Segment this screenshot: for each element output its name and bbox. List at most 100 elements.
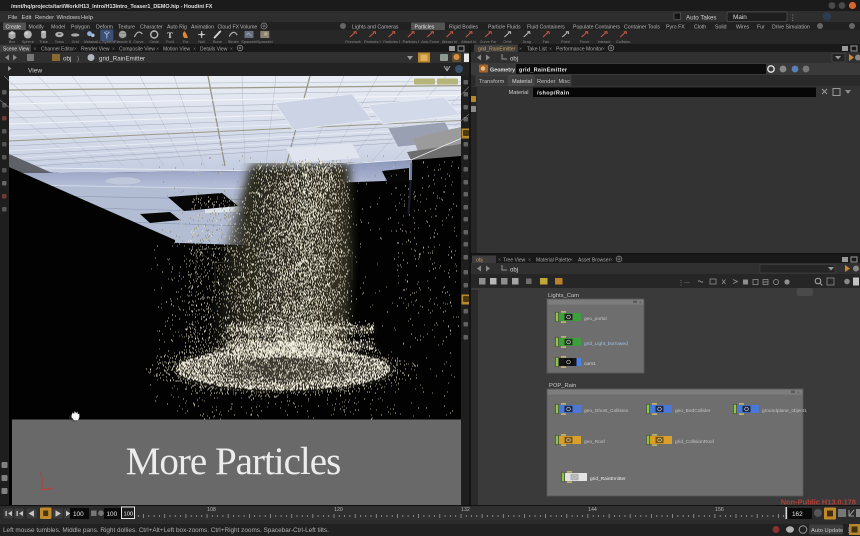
svg-text:×: × <box>112 46 115 52</box>
svg-text:×: × <box>156 46 159 52</box>
svg-text:Texture: Texture <box>118 25 135 31</box>
svg-text:Particle Fluids: Particle Fluids <box>488 25 521 31</box>
svg-text:Attract to: Attract to <box>461 40 476 44</box>
svg-text:/mnt/hq/projects/tari/Work/H13: /mnt/hq/projects/tari/Work/H13_Intro/H13… <box>11 4 213 10</box>
svg-text:Circle: Circle <box>149 40 159 44</box>
svg-text:×: × <box>193 46 196 52</box>
svg-text:Particles: Particles <box>415 25 435 31</box>
svg-text:geo_BedCollider: geo_BedCollider <box>675 408 711 414</box>
svg-text:Torus: Torus <box>55 40 64 44</box>
svg-text:Take List: Take List <box>527 46 547 52</box>
svg-text:Fur: Fur <box>757 25 765 31</box>
svg-text:Windows: Windows <box>57 15 81 21</box>
svg-text:grid_RainEmitter: grid_RainEmitter <box>590 476 626 482</box>
svg-text:Cloud FX: Cloud FX <box>218 25 240 31</box>
svg-text:Sphere: Sphere <box>22 40 34 44</box>
svg-text:Fur: Fur <box>183 40 189 44</box>
svg-text:Scene View: Scene View <box>3 46 30 52</box>
svg-text:Rigid Bodies: Rigid Bodies <box>449 25 479 31</box>
svg-text:Volume: Volume <box>240 25 257 31</box>
svg-text:geo_Ghost_Collision: geo_Ghost_Collision <box>584 408 629 414</box>
svg-text:File: File <box>8 15 17 21</box>
svg-text:Lights_Cam: Lights_Cam <box>548 293 579 299</box>
svg-text:Firecrack: Firecrack <box>345 40 361 44</box>
svg-text:Particles f: Particles f <box>364 40 382 44</box>
svg-text:132: 132 <box>461 507 470 513</box>
svg-text:Render View: Render View <box>81 46 110 52</box>
svg-text:Point: Point <box>561 40 571 44</box>
svg-text:Solid: Solid <box>715 25 727 31</box>
svg-text:Curve: Curve <box>133 40 143 44</box>
svg-text:×: × <box>230 46 233 52</box>
svg-text:Asset Browser: Asset Browser <box>578 257 611 263</box>
svg-text:Box: Box <box>9 40 16 44</box>
svg-text:Render: Render <box>35 15 54 21</box>
svg-text:Bone: Bone <box>213 40 222 44</box>
svg-text:108: 108 <box>207 507 216 513</box>
svg-text:Pyro FX: Pyro FX <box>666 25 685 31</box>
svg-text:Fan: Fan <box>543 40 550 44</box>
svg-text:×: × <box>570 257 573 263</box>
svg-text:Stroke: Stroke <box>228 40 239 44</box>
svg-text:Populate Containers: Populate Containers <box>573 25 620 31</box>
svg-text:Material: Material <box>509 90 529 96</box>
svg-text:Drive Simulation: Drive Simulation <box>772 25 810 31</box>
svg-text:Performance Monitor: Performance Monitor <box>556 46 603 52</box>
svg-text:cam1: cam1 <box>584 361 596 367</box>
svg-text:×: × <box>797 390 800 395</box>
svg-text:Model: Model <box>51 25 65 31</box>
svg-text:Character: Character <box>140 25 163 31</box>
svg-text:Interact: Interact <box>598 40 612 44</box>
svg-text:Channel Editor: Channel Editor <box>41 46 74 52</box>
svg-text:Transform: Transform <box>479 79 505 85</box>
svg-text:Drag: Drag <box>523 40 531 44</box>
svg-text:Force: Force <box>580 40 590 44</box>
svg-text:Render: Render <box>537 79 555 85</box>
svg-text:Edit: Edit <box>22 15 32 21</box>
svg-text:Animation: Animation <box>191 25 214 31</box>
svg-text:View: View <box>28 68 42 75</box>
svg-text:L-System: L-System <box>99 40 115 44</box>
svg-text:Spaceshi: Spaceshi <box>257 40 273 44</box>
svg-text:grid_RainEmitter: grid_RainEmitter <box>519 67 568 73</box>
svg-text:Create: Create <box>6 25 22 31</box>
svg-text:T: T <box>167 30 173 40</box>
svg-text:Geometry: Geometry <box>490 67 515 73</box>
svg-text:Curve For: Curve For <box>480 40 498 44</box>
svg-text:geo_Roof: geo_Roof <box>584 439 605 445</box>
svg-text:Platonic S: Platonic S <box>114 40 132 44</box>
svg-text:Attract to: Attract to <box>442 40 457 44</box>
svg-text:100: 100 <box>107 511 118 518</box>
svg-text:grid_CollisionRoof: grid_CollisionRoof <box>675 439 715 445</box>
svg-text:Orbit: Orbit <box>503 40 512 44</box>
svg-text:Material Palette: Material Palette <box>536 257 571 263</box>
svg-text:Cloth: Cloth <box>694 25 706 31</box>
svg-text:⋮: ⋮ <box>789 13 797 22</box>
svg-text:obj: obj <box>63 56 71 63</box>
svg-text:×: × <box>519 46 522 52</box>
svg-text:): ) <box>77 56 79 63</box>
svg-text:Metaball: Metaball <box>84 40 99 44</box>
svg-text:120: 120 <box>334 507 343 513</box>
svg-text:×: × <box>34 46 37 52</box>
svg-text:Wires: Wires <box>736 25 750 31</box>
svg-text:Particles f: Particles f <box>403 40 421 44</box>
svg-text:Font: Font <box>166 40 175 44</box>
svg-text:×: × <box>528 257 531 263</box>
svg-text:162: 162 <box>792 511 803 518</box>
svg-text:Composite View: Composite View <box>119 46 155 52</box>
svg-text:Details View: Details View <box>200 46 228 52</box>
svg-text:/shop/Rain: /shop/Rain <box>537 90 570 96</box>
svg-text:Modify: Modify <box>29 25 45 31</box>
svg-text:Auto Update: Auto Update <box>811 528 843 534</box>
svg-text:156: 156 <box>715 507 724 513</box>
svg-text:grid_RainEmitter: grid_RainEmitter <box>478 46 516 52</box>
svg-text:Collision: Collision <box>616 40 630 44</box>
svg-text:Left mouse tumbles. Middle pa: Left mouse tumbles. Middle pans. Right d… <box>3 527 329 534</box>
svg-text:More Particles: More Particles <box>126 440 341 483</box>
svg-text:grid_RainEmitter: grid_RainEmitter <box>99 56 145 63</box>
svg-text:×: × <box>74 46 77 52</box>
svg-text:obj: obj <box>476 257 483 263</box>
svg-text:144: 144 <box>588 507 597 513</box>
svg-text:POP_Rain: POP_Rain <box>549 383 576 389</box>
